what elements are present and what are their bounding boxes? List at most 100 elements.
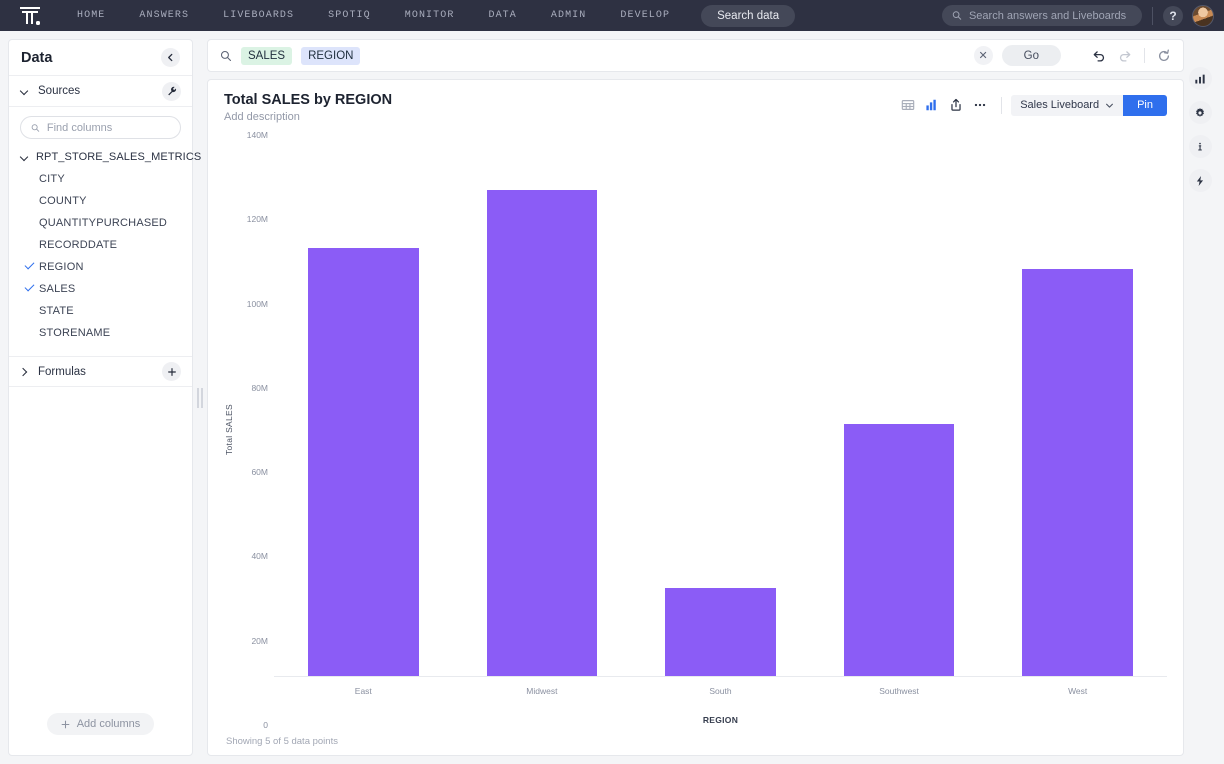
sources-section-header[interactable]: Sources	[9, 76, 192, 107]
add-columns-button[interactable]: Add columns	[46, 713, 155, 735]
pin-button[interactable]: Pin	[1123, 94, 1167, 116]
column-item-recorddate[interactable]: RECORDDATE	[9, 234, 192, 256]
find-columns-wrapper	[9, 107, 192, 146]
y-axis-title: Total SALES	[224, 404, 234, 456]
app-body: Data Sources Find columns RPT_STORE_SALE…	[0, 31, 1224, 764]
column-label: STORENAME	[39, 327, 111, 339]
x-axis-tick-label: Southwest	[879, 686, 919, 696]
top-nav-right-group: ?	[942, 0, 1214, 31]
column-item-city[interactable]: CITY	[9, 168, 192, 190]
search-icon	[952, 11, 962, 20]
column-item-county[interactable]: COUNTY	[9, 190, 192, 212]
app-logo[interactable]	[0, 6, 60, 25]
right-rail	[1184, 39, 1216, 756]
bar-slot	[988, 135, 1167, 676]
configure-sources-button[interactable]	[162, 81, 181, 101]
y-axis-tick-label: 40M	[251, 551, 268, 562]
bar-east[interactable]	[307, 247, 419, 676]
search-query-bar[interactable]: SALES REGION ✕ Go	[207, 39, 1184, 72]
main-content: SALES REGION ✕ Go Total SALES by REGION …	[207, 39, 1184, 756]
search-token-region[interactable]: REGION	[301, 46, 361, 65]
nav-item-answers[interactable]: ANSWERS	[122, 0, 206, 31]
bar-midwest[interactable]	[486, 190, 598, 676]
undo-button[interactable]	[1092, 49, 1106, 63]
history-controls	[1092, 48, 1171, 63]
chevron-right-icon	[20, 367, 29, 376]
bar-southwest[interactable]	[843, 423, 955, 676]
top-navigation-bar: HOME ANSWERS LIVEBOARDS SPOTIQ MONITOR D…	[0, 0, 1224, 31]
more-options-icon[interactable]	[968, 94, 992, 116]
column-label: CITY	[39, 173, 65, 185]
find-columns-input[interactable]	[46, 121, 170, 134]
add-formula-button[interactable]	[162, 362, 181, 381]
source-table-row[interactable]: RPT_STORE_SALES_METRICS	[9, 146, 201, 168]
undo-icon	[1093, 50, 1105, 62]
search-icon	[220, 50, 232, 61]
plus-icon	[61, 720, 70, 728]
column-item-storename[interactable]: STORENAME	[9, 322, 192, 344]
plus-icon	[167, 367, 176, 376]
chevron-down-icon	[1106, 103, 1114, 108]
column-item-sales[interactable]: SALES	[9, 278, 192, 300]
spotiq-bolt-icon[interactable]	[1188, 169, 1212, 192]
bar-slot	[274, 135, 453, 676]
nav-item-data[interactable]: DATA	[471, 0, 533, 31]
y-axis-tick-label: 0	[263, 720, 268, 730]
redo-icon	[1119, 50, 1131, 62]
nav-item-admin[interactable]: ADMIN	[534, 0, 604, 31]
y-axis-ticks: 0 20M 40M 60M 80M 100M 120M 140M	[238, 130, 274, 730]
search-token-sales[interactable]: SALES	[241, 46, 293, 65]
column-label: REGION	[39, 261, 84, 273]
table-view-icon[interactable]	[896, 94, 920, 116]
bar-west[interactable]	[1022, 269, 1134, 676]
global-search-box[interactable]	[942, 5, 1142, 26]
chart-config-icon[interactable]	[1188, 67, 1212, 90]
chart-plot-area: Total SALES 0 20M 40M 60M 80M 100M 120M 140M Ea…	[224, 123, 1167, 730]
y-axis-tick-label: 80M	[251, 382, 268, 393]
x-axis-tick-label: East	[354, 686, 372, 696]
chevron-down-icon	[20, 153, 29, 162]
nav-item-home[interactable]: HOME	[60, 0, 122, 31]
bar-south[interactable]	[665, 587, 776, 676]
info-icon[interactable]	[1188, 135, 1212, 158]
column-item-quantitypurchased[interactable]: QUANTITYPURCHASED	[9, 212, 192, 234]
sidebar-resize-handle[interactable]	[193, 39, 207, 756]
reset-button[interactable]	[1157, 48, 1171, 63]
column-item-region[interactable]: REGION	[9, 256, 192, 278]
column-item-state[interactable]: STATE	[9, 300, 192, 322]
chart-title: Total SALES by REGION	[224, 92, 393, 108]
nav-item-liveboards[interactable]: LIVEBOARDS	[206, 0, 311, 31]
help-icon[interactable]: ?	[1163, 5, 1183, 26]
redo-button[interactable]	[1118, 49, 1132, 63]
find-columns-box[interactable]	[20, 116, 181, 139]
formulas-section-header[interactable]: Formulas	[9, 356, 192, 387]
nav-divider	[1152, 6, 1153, 25]
chevron-down-icon	[20, 87, 29, 96]
nav-item-spotiq[interactable]: SPOTIQ	[311, 0, 388, 31]
nav-item-monitor[interactable]: MONITOR	[388, 0, 472, 31]
chart-view-icon[interactable]	[920, 94, 944, 116]
y-axis-tick-label: 60M	[251, 467, 268, 478]
collapse-sidebar-button[interactable]	[161, 48, 180, 67]
y-axis-tick-label: 140M	[246, 130, 268, 140]
go-button[interactable]: Go	[1001, 45, 1061, 66]
chart-description-input[interactable]: Add description	[224, 111, 392, 123]
sources-label: Sources	[38, 85, 81, 97]
share-icon[interactable]	[944, 94, 968, 116]
reset-icon	[1158, 48, 1170, 61]
check-icon	[24, 281, 35, 292]
column-label: QUANTITYPURCHASED	[39, 217, 168, 229]
search-data-button[interactable]: Search data	[701, 4, 796, 27]
bar-slot	[631, 135, 810, 676]
bar-series	[274, 135, 1167, 677]
liveboard-select[interactable]: Sales Liveboard	[1011, 94, 1124, 116]
x-axis-title: REGION	[702, 715, 739, 725]
nav-item-develop[interactable]: DEVELOP	[603, 0, 687, 31]
settings-gear-icon[interactable]	[1188, 101, 1212, 124]
data-panel-sidebar: Data Sources Find columns RPT_STORE_SALE…	[8, 39, 201, 756]
clear-search-button[interactable]: ✕	[973, 46, 993, 65]
wrench-icon	[167, 86, 176, 96]
global-search-input[interactable]	[968, 9, 1132, 22]
user-avatar[interactable]	[1192, 4, 1214, 27]
